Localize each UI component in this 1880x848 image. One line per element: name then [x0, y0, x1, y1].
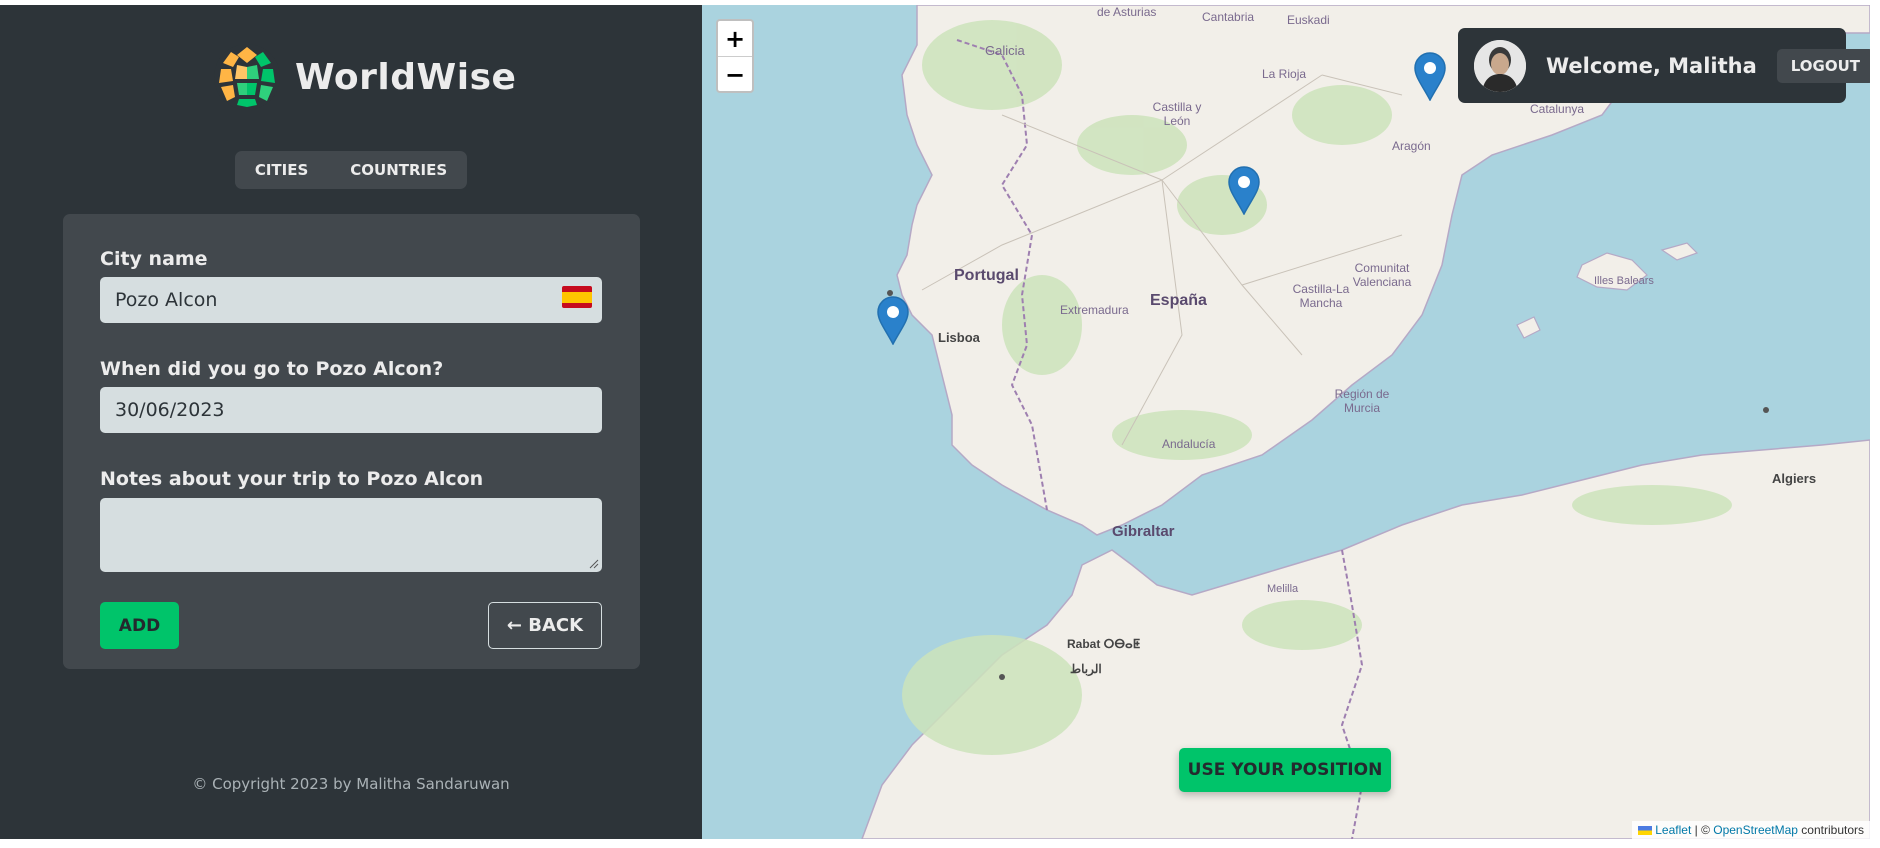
logo[interactable]: WorldWise — [213, 43, 516, 111]
app-nav: CITIES COUNTRIES — [235, 151, 467, 189]
city-name-value: Pozo Alcon — [115, 289, 218, 311]
app-root: WorldWise CITIES COUNTRIES City name Poz… — [0, 5, 1870, 839]
label-aragon: Aragón — [1392, 139, 1431, 153]
zoom-out-button[interactable]: − — [718, 56, 752, 92]
user-avatar-icon — [1474, 39, 1526, 92]
notes-label: Notes about your trip to Pozo Alcon — [100, 468, 484, 490]
openstreetmap-link[interactable]: OpenStreetMap — [1713, 823, 1798, 837]
menorca-island — [1660, 242, 1699, 261]
zoom-control: + − — [716, 19, 754, 93]
brand-name: WorldWise — [295, 56, 517, 98]
date-value: 30/06/2023 — [115, 399, 225, 421]
map-marker-icon[interactable] — [1413, 51, 1447, 101]
label-portugal: Portugal — [954, 267, 1019, 284]
label-rabat-ar: الرباط — [1070, 662, 1102, 676]
label-algiers: Algiers — [1772, 471, 1817, 486]
label-murcia: Región de Murcia — [1334, 387, 1390, 415]
map-container[interactable]: Galicia de Asturias Cantabria Euskadi La… — [702, 5, 1870, 839]
label-cantabria: Cantabria — [1202, 10, 1255, 24]
label-castilla-leon: Castilla y León — [1152, 100, 1202, 128]
user-panel: Welcome, Malitha LOGOUT — [1458, 28, 1870, 103]
algiers-dot — [1763, 407, 1769, 413]
leaflet-link[interactable]: Leaflet — [1655, 823, 1691, 837]
date-label: When did you go to Pozo Alcon? — [100, 358, 444, 380]
label-espana: España — [1150, 292, 1207, 309]
use-position-button[interactable]: USE YOUR POSITION — [1179, 748, 1391, 792]
label-rabat: Rabat ⵔⴱⴰⵟ — [1067, 637, 1141, 651]
label-euskadi: Euskadi — [1287, 13, 1330, 27]
welcome-text: Welcome, Malitha — [1546, 53, 1757, 78]
attribution-contributors: contributors — [1797, 823, 1864, 837]
map-tiles[interactable] — [702, 5, 1870, 839]
notes-textarea[interactable] — [100, 498, 602, 572]
label-baleares: Illes Balears — [1594, 275, 1654, 287]
label-valenciana: Comunitat Valenciana — [1352, 261, 1412, 289]
spain-flag-icon — [562, 286, 592, 308]
add-button[interactable]: ADD — [100, 602, 179, 649]
city-name-label: City name — [100, 248, 208, 270]
copyright-footer: © Copyright 2023 by Malitha Sandaruwan — [192, 775, 510, 793]
nav-cities-link[interactable]: CITIES — [237, 153, 326, 187]
label-andalucia: Andalucía — [1162, 437, 1216, 451]
label-melilla: Melilla — [1267, 583, 1299, 595]
label-asturias: de Asturias — [1097, 5, 1157, 19]
label-extremadura: Extremadura — [1060, 303, 1129, 317]
label-lisboa: Lisboa — [938, 330, 980, 345]
nav-countries-link[interactable]: COUNTRIES — [332, 153, 465, 187]
label-rioja: La Rioja — [1262, 67, 1307, 81]
attribution-separator: | © — [1691, 823, 1714, 837]
label-gibraltar: Gibraltar — [1112, 523, 1175, 540]
avatar — [1474, 39, 1526, 92]
rabat-dot — [999, 674, 1005, 680]
city-name-input[interactable]: Pozo Alcon — [100, 277, 602, 323]
map-marker-icon[interactable] — [876, 295, 910, 345]
resize-handle-icon[interactable] — [589, 559, 599, 569]
globe-logo-icon — [214, 44, 280, 110]
back-button[interactable]: ← BACK — [488, 602, 602, 649]
sidebar: WorldWise CITIES COUNTRIES City name Poz… — [0, 5, 702, 839]
map-marker-icon[interactable] — [1227, 165, 1261, 215]
date-input[interactable]: 30/06/2023 — [100, 387, 602, 433]
zoom-in-button[interactable]: + — [718, 21, 752, 56]
ukraine-flag-icon — [1638, 826, 1653, 836]
map-attribution: Leaflet | © OpenStreetMap contributors — [1632, 821, 1870, 839]
ibiza-island — [1516, 316, 1541, 339]
page-edge — [1870, 5, 1880, 839]
add-city-form: City name Pozo Alcon When did you go to … — [63, 214, 640, 669]
label-galicia: Galicia — [985, 43, 1025, 58]
logout-button[interactable]: LOGOUT — [1776, 48, 1870, 83]
label-catalunya: Catalunya — [1530, 102, 1585, 116]
